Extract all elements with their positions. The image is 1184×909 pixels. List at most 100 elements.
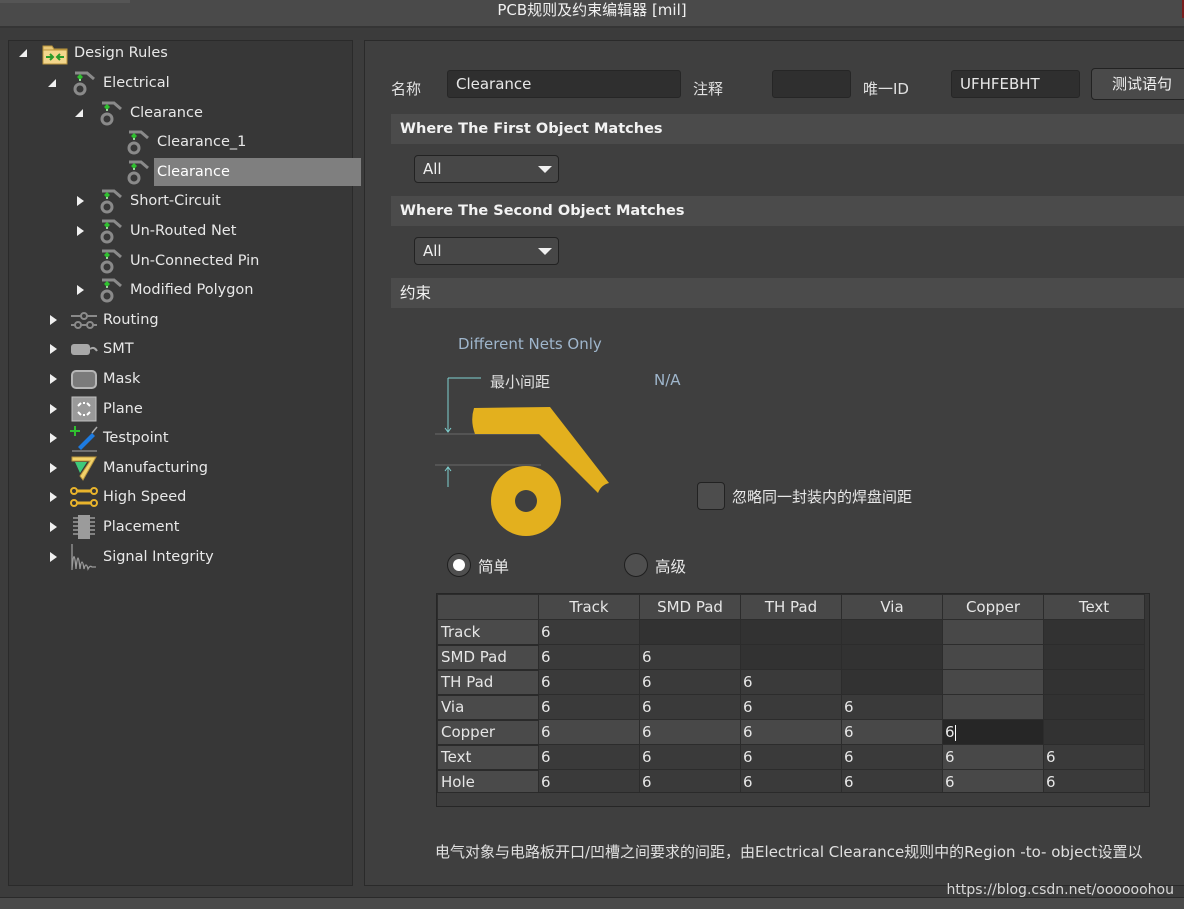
matrix-cell-value: 6	[541, 748, 551, 766]
matrix-cell[interactable]: 6	[538, 644, 640, 670]
advanced-mode-radio[interactable]	[624, 553, 648, 577]
name-input[interactable]: Clearance	[447, 70, 681, 98]
matrix-cell-value: 6	[743, 748, 753, 766]
first-object-dropdown-value: All	[423, 160, 442, 178]
matrix-cell[interactable]: 6	[538, 669, 640, 695]
matrix-cell[interactable]: 6	[538, 719, 640, 745]
tree-node-placement[interactable]: Placement	[46, 513, 182, 541]
second-object-dropdown[interactable]: All	[414, 237, 559, 265]
matrix-cell[interactable]: 6	[841, 744, 943, 770]
tree-node-label: Clearance	[130, 104, 203, 121]
tree-node-design-rules[interactable]: Design Rules	[17, 39, 171, 67]
matrix-cell[interactable]: 6	[538, 619, 640, 645]
matrix-cell-value: 6	[541, 623, 551, 641]
tree-node-label: Un-Connected Pin	[130, 252, 260, 269]
ignore-pad-clearance-label: 忽略同一封装内的焊盘间距	[732, 488, 913, 506]
tree-node-un-routed-net[interactable]: Un-Routed Net	[73, 217, 239, 245]
matrix-cell[interactable]: 6	[740, 669, 842, 695]
matrix-cell[interactable]: 6	[639, 694, 741, 720]
tree-node-modified-polygon[interactable]: Modified Polygon	[73, 276, 256, 304]
electrical-rule-icon	[97, 247, 125, 275]
matrix-cell[interactable]: 6	[841, 769, 943, 795]
matrix-cell[interactable]: 6	[639, 669, 741, 695]
matrix-cell	[942, 669, 1044, 695]
tree-node-un-connected-pin[interactable]: Un-Connected Pin	[73, 247, 262, 275]
first-object-dropdown[interactable]: All	[414, 155, 559, 183]
matrix-cell-editing[interactable]: 6	[942, 719, 1044, 745]
matrix-cell[interactable]: 6	[1043, 769, 1145, 795]
matrix-cell[interactable]: 6	[538, 769, 640, 795]
simple-mode-radio[interactable]	[447, 553, 471, 577]
collapse-arrow-icon[interactable]	[46, 76, 60, 90]
matrix-cell[interactable]: 6	[942, 744, 1044, 770]
different-nets-only-link[interactable]: Different Nets Only	[458, 335, 602, 353]
collapse-arrow-icon[interactable]	[17, 46, 31, 60]
first-object-section-header: Where The First Object Matches	[391, 114, 1184, 144]
expand-arrow-icon[interactable]	[46, 342, 60, 356]
matrix-cell[interactable]: 6	[538, 744, 640, 770]
matrix-row: Hole 6 6 6 6 6 6	[437, 769, 1145, 796]
expand-arrow-icon[interactable]	[73, 194, 87, 208]
tree-node-mask[interactable]: Mask	[46, 365, 143, 393]
matrix-cell[interactable]: 6	[639, 769, 741, 795]
test-query-button[interactable]: 测试语句	[1091, 68, 1184, 100]
tree-node-clearance[interactable]: Clearance	[73, 99, 206, 127]
ignore-pad-clearance-checkbox[interactable]	[697, 482, 725, 510]
expand-arrow-icon[interactable]	[46, 520, 60, 534]
testpoint-icon	[70, 424, 98, 452]
tree-node-plane[interactable]: Plane	[46, 395, 146, 423]
matrix-cell[interactable]: 6	[639, 744, 741, 770]
matrix-cell-value: 6	[844, 698, 854, 716]
tree-node-smt[interactable]: SMT	[46, 335, 137, 363]
collapse-arrow-icon[interactable]	[73, 106, 87, 120]
tree-node-testpoint[interactable]: Testpoint	[46, 424, 172, 452]
matrix-row-header: Text	[437, 744, 539, 771]
matrix-cell[interactable]: 6	[740, 744, 842, 770]
matrix-cell[interactable]: 6	[942, 769, 1044, 795]
matrix-cell[interactable]: 6	[639, 644, 741, 670]
matrix-cell-value: 6	[945, 748, 955, 766]
matrix-cell[interactable]: 6	[841, 719, 943, 745]
matrix-cell-value: 6	[844, 773, 854, 791]
expand-arrow-icon[interactable]	[46, 431, 60, 445]
matrix-cell-value: 6	[541, 773, 551, 791]
tree-node-clearance-1[interactable]: Clearance_1	[100, 128, 249, 156]
matrix-row-header: Track	[437, 619, 539, 646]
matrix-header-row: Track SMD Pad TH Pad Via Copper Text	[437, 594, 1145, 620]
tree-node-label: Modified Polygon	[130, 282, 254, 299]
matrix-cell[interactable]: 6	[841, 694, 943, 720]
tree-node-routing[interactable]: Routing	[46, 306, 162, 334]
expand-arrow-icon[interactable]	[73, 224, 87, 238]
tree-node-short-circuit[interactable]: Short-Circuit	[73, 187, 224, 215]
tree-node-high-speed[interactable]: High Speed	[46, 483, 189, 511]
expand-arrow-icon[interactable]	[46, 490, 60, 504]
tree-node-electrical[interactable]: Electrical	[46, 69, 173, 97]
matrix-cell-value: 6	[642, 748, 652, 766]
expand-arrow-icon[interactable]	[73, 283, 87, 297]
matrix-cell[interactable]: 6	[740, 719, 842, 745]
watermark-text: https://blog.csdn.net/oooooohou	[946, 882, 1174, 898]
expand-arrow-icon[interactable]	[46, 313, 60, 327]
matrix-cell[interactable]: 6	[740, 694, 842, 720]
tree-node-manufacturing[interactable]: Manufacturing	[46, 454, 211, 482]
clearance-matrix: Track SMD Pad TH Pad Via Copper Text Track 6 SMD…	[436, 593, 1150, 807]
matrix-cell[interactable]: 6	[1043, 744, 1145, 770]
expand-arrow-icon[interactable]	[46, 461, 60, 475]
unique-id-input[interactable]: UFHFEBHT	[951, 70, 1080, 98]
matrix-horizontal-scrollbar[interactable]	[437, 792, 1149, 806]
unique-id-label: 唯一ID	[863, 80, 909, 98]
expand-arrow-icon[interactable]	[46, 372, 60, 386]
matrix-cell-value: 6	[642, 723, 652, 741]
comment-input[interactable]	[772, 70, 851, 98]
rules-tree[interactable]: Design Rules Electrical Clearance Clearanc…	[8, 39, 361, 886]
title-bar: PCB规则及约束编辑器 [mil]	[0, 0, 1184, 28]
matrix-cell[interactable]: 6	[740, 769, 842, 795]
expand-arrow-icon[interactable]	[46, 550, 60, 564]
expand-arrow-icon[interactable]	[46, 402, 60, 416]
tree-node-clearance[interactable]: Clearance	[100, 157, 361, 186]
matrix-cell[interactable]: 6	[639, 719, 741, 745]
tree-node-signal-integrity[interactable]: Signal Integrity	[46, 543, 217, 571]
electrical-rule-icon	[97, 187, 125, 215]
matrix-cell	[942, 619, 1044, 645]
matrix-cell[interactable]: 6	[538, 694, 640, 720]
